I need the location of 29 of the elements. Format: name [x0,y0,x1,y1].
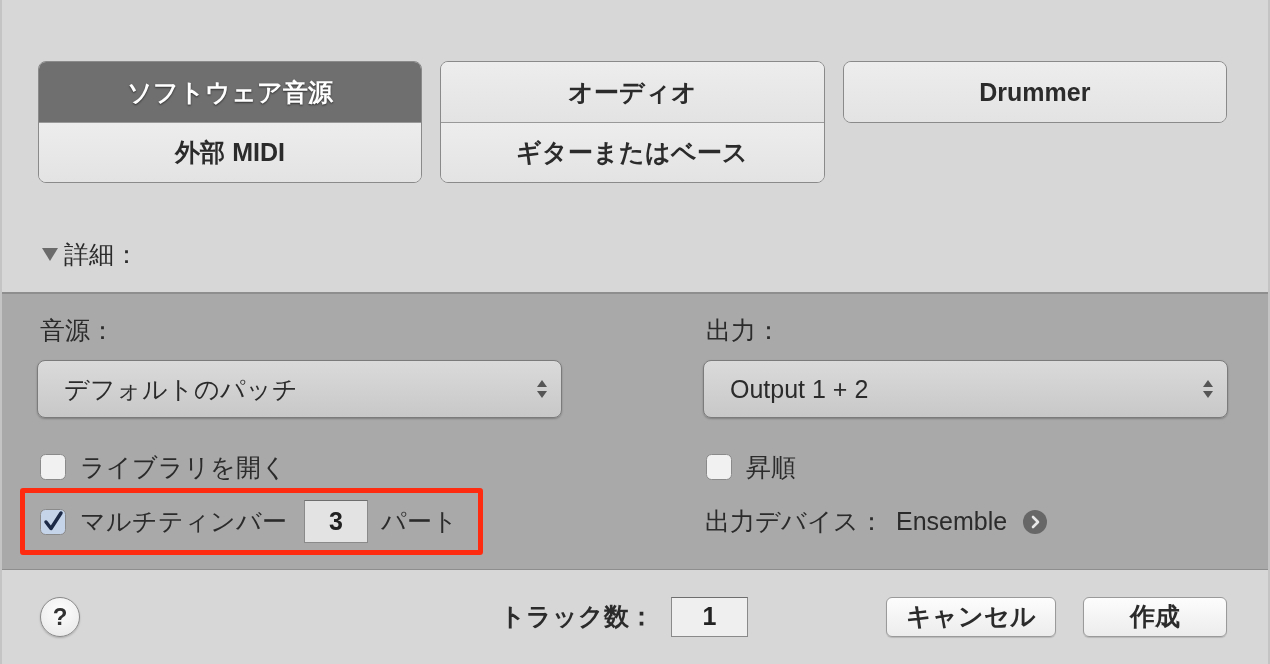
checkbox-label: マルチティンバー [80,506,287,537]
output-label: 出力： [705,315,781,345]
track-count-field[interactable]: 1 [671,596,748,637]
dialog-button[interactable]: 作成 [1083,596,1227,637]
device-label: 出力デバイス： [705,506,884,537]
track-type-segment[interactable]: Drummer [843,62,1226,122]
checkbox[interactable] [40,454,66,480]
stepper-arrows-icon [537,380,547,398]
instrument-label: 音源： [39,315,115,345]
details-label[interactable]: 詳細： [64,237,139,271]
instrument-popup[interactable]: デフォルトのパッチ [37,360,562,418]
dialog-button[interactable]: キャンセル [886,596,1056,637]
help-button[interactable]: ? [40,596,80,637]
stepper-arrows-icon [1203,380,1213,398]
track-type-segment[interactable]: ギターまたはベース [441,122,824,182]
track-count-label: トラック数： [500,601,654,632]
device-value: Ensemble [896,507,1008,536]
checkbox[interactable] [706,454,732,480]
track-type-segment[interactable]: ソフトウェア音源 [39,62,422,122]
disclosure-triangle-icon[interactable] [42,246,58,262]
parts-field[interactable]: 3 [304,500,368,543]
unit-label: パート [381,506,458,537]
chevron-circle-icon[interactable] [1023,509,1048,534]
track-type-segment[interactable]: オーディオ [441,62,824,122]
checkbox[interactable] [40,508,66,535]
checkbox-label: 昇順 [746,451,796,483]
track-type-segment[interactable]: 外部 MIDI [39,122,422,182]
checkbox-label: ライブラリを開く [80,451,287,483]
output-popup[interactable]: Output 1 + 2 [703,360,1228,418]
